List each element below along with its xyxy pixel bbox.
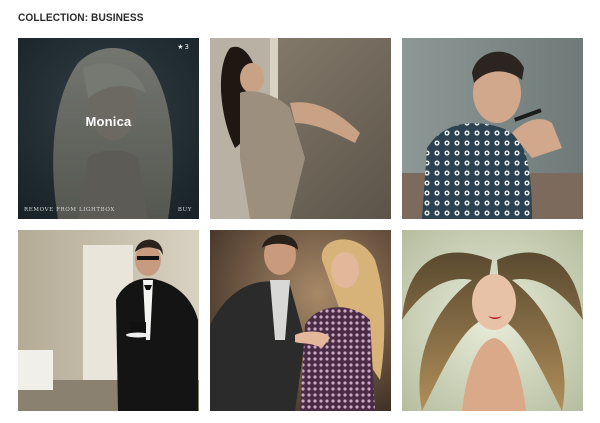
photo-tile[interactable] bbox=[210, 230, 391, 411]
star-icon: ★ bbox=[177, 43, 184, 51]
photo-thumbnail bbox=[210, 230, 391, 411]
photo-tile[interactable] bbox=[402, 230, 583, 411]
photo-thumbnail bbox=[402, 38, 583, 219]
photo-thumbnail bbox=[402, 230, 583, 411]
photo-tile[interactable]: ★ 3 Monica REMOVE FROM LIGHTBOX BUY bbox=[18, 38, 199, 219]
photo-thumbnail bbox=[18, 230, 199, 411]
photo-tile[interactable] bbox=[402, 38, 583, 219]
photo-tile[interactable] bbox=[210, 38, 391, 219]
photo-thumbnail bbox=[210, 38, 391, 219]
collection-title: COLLECTION: BUSINESS bbox=[18, 12, 144, 24]
favorite-count-value: 3 bbox=[184, 43, 189, 51]
photo-tile[interactable] bbox=[18, 230, 199, 411]
photo-grid: ★ 3 Monica REMOVE FROM LIGHTBOX BUY bbox=[18, 38, 584, 411]
lightbox-page: COLLECTION: BUSINESS ★ 3 Monica REMOVE F… bbox=[0, 0, 600, 423]
buy-link[interactable]: BUY bbox=[178, 207, 192, 213]
model-name: Monica bbox=[85, 114, 132, 129]
favorite-count[interactable]: ★ 3 bbox=[177, 43, 189, 51]
remove-from-lightbox-link[interactable]: REMOVE FROM LIGHTBOX bbox=[24, 207, 115, 213]
